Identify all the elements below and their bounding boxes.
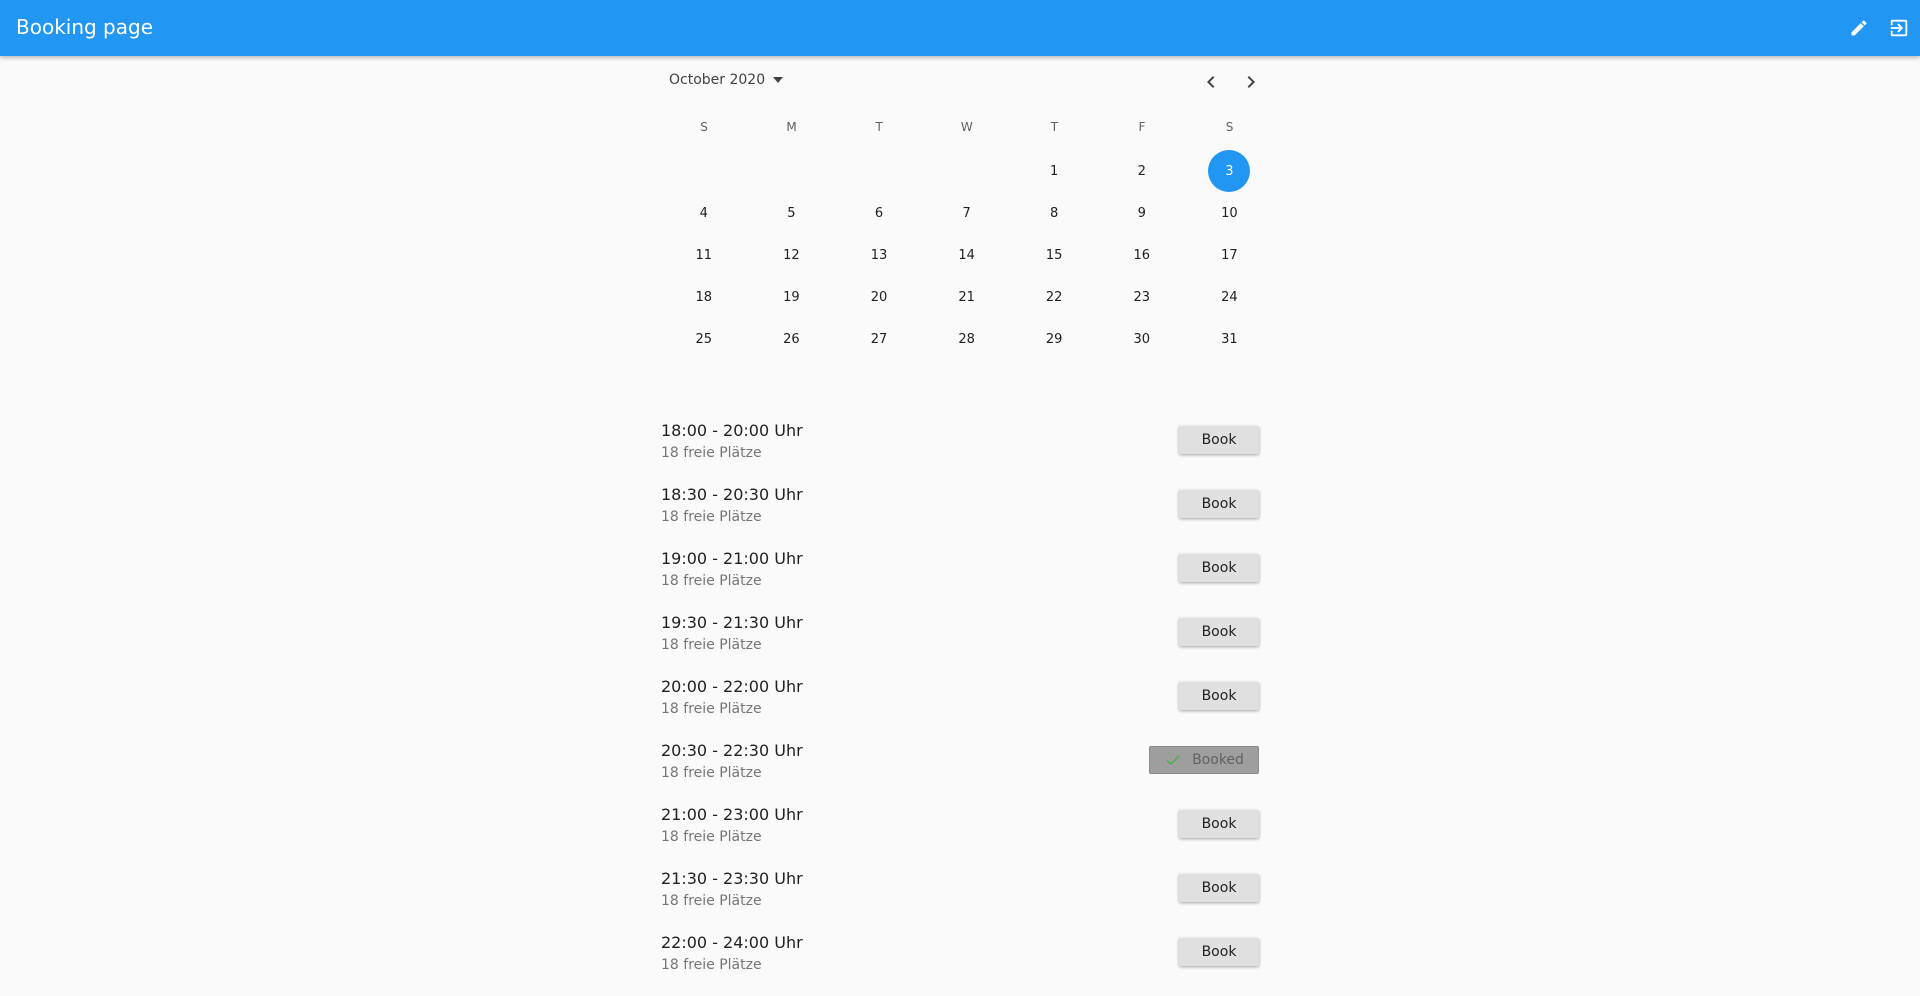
book-button[interactable]: Book <box>1179 426 1259 454</box>
slot-time: 22:00 - 24:00 Uhr <box>661 933 803 952</box>
slot-time: 20:00 - 22:00 Uhr <box>661 677 803 696</box>
calendar-day[interactable]: 29 <box>1033 318 1075 360</box>
calendar-day[interactable]: 11 <box>683 234 725 276</box>
calendar-day[interactable]: 16 <box>1121 234 1163 276</box>
calendar-day-selected[interactable]: 3 <box>1208 150 1251 192</box>
calendar-day[interactable]: 25 <box>683 318 725 360</box>
calendar-day[interactable]: 6 <box>858 192 900 234</box>
weekday-label: S <box>700 120 708 134</box>
weekday-label: F <box>1138 120 1146 134</box>
book-button[interactable]: Book <box>1179 490 1259 518</box>
calendar-day[interactable]: 10 <box>1208 192 1250 234</box>
check-icon <box>1166 755 1180 766</box>
chevron-right-icon <box>1247 76 1255 88</box>
book-button[interactable]: Book <box>1179 554 1259 582</box>
time-slot-list: 18:00 - 20:00 Uhr 18 freie Plätze Book 18:3… <box>661 420 1261 996</box>
weekday-label: M <box>786 120 797 134</box>
slot-free-seats: 18 freie Plätze <box>661 573 762 589</box>
calendar-day[interactable]: 24 <box>1208 276 1250 318</box>
calendar-day[interactable]: 20 <box>858 276 900 318</box>
slot-time: 21:30 - 23:30 Uhr <box>661 869 803 888</box>
edit-icon <box>1851 20 1867 36</box>
calendar-day[interactable]: 13 <box>858 234 900 276</box>
exit-icon <box>1890 19 1908 37</box>
slot-free-seats: 18 freie Plätze <box>661 765 762 781</box>
calendar-day[interactable]: 19 <box>770 276 812 318</box>
time-slot-row: 21:00 - 23:00 Uhr 18 freie Plätze Book <box>661 804 1261 868</box>
calendar-day[interactable]: 12 <box>770 234 812 276</box>
time-slot-row: 19:00 - 21:00 Uhr 18 freie Plätze Book <box>661 548 1261 612</box>
logout-button[interactable] <box>1883 12 1915 44</box>
time-slot-row: 22:00 - 24:00 Uhr 18 freie Plätze Book <box>661 932 1261 996</box>
calendar-day[interactable]: 28 <box>946 318 988 360</box>
slot-free-seats: 18 freie Plätze <box>661 829 762 845</box>
weekday-label: T <box>875 120 883 134</box>
weekday-label: T <box>1050 120 1059 134</box>
next-month-button[interactable] <box>1239 70 1263 94</box>
book-button[interactable]: Book <box>1179 810 1259 838</box>
time-slot-row: 20:30 - 22:30 Uhr 18 freie Plätze Booked <box>661 740 1261 804</box>
calendar-day[interactable]: 23 <box>1121 276 1163 318</box>
calendar-day[interactable]: 15 <box>1033 234 1075 276</box>
app-bar: Booking page <box>0 0 1920 56</box>
calendar-day[interactable]: 14 <box>946 234 988 276</box>
calendar-day[interactable]: 4 <box>683 192 725 234</box>
time-slot-row: 20:00 - 22:00 Uhr 18 freie Plätze Book <box>661 676 1261 740</box>
book-button[interactable]: Book <box>1179 874 1259 902</box>
month-year-selector[interactable]: October 2020 <box>669 72 784 88</box>
weekday-label: W <box>960 120 973 134</box>
booked-label: Booked <box>1192 752 1244 768</box>
chevron-left-icon <box>1207 76 1215 88</box>
calendar-day[interactable]: 1 <box>1033 150 1075 192</box>
time-slot-row: 19:30 - 21:30 Uhr 18 freie Plätze Book <box>661 612 1261 676</box>
slot-free-seats: 18 freie Plätze <box>661 701 762 717</box>
dropdown-arrow-icon <box>773 77 784 83</box>
calendar-day[interactable]: 7 <box>946 192 988 234</box>
slot-free-seats: 18 freie Plätze <box>661 957 762 973</box>
month-label: October 2020 <box>669 72 766 88</box>
slot-free-seats: 18 freie Plätze <box>661 445 762 461</box>
previous-month-button[interactable] <box>1199 70 1223 94</box>
slot-free-seats: 18 freie Plätze <box>661 509 762 525</box>
slot-time: 19:30 - 21:30 Uhr <box>661 613 803 632</box>
book-button[interactable]: Book <box>1179 682 1259 710</box>
calendar-day[interactable]: 17 <box>1208 234 1250 276</box>
calendar-day[interactable]: 21 <box>946 276 988 318</box>
calendar-day[interactable]: 18 <box>683 276 725 318</box>
calendar-days-grid: 1 2 3 4 5 6 7 8 9 10 11 12 13 14 15 16 17 18 19 20 21 22 23 24 2… <box>660 150 1272 360</box>
book-button[interactable]: Book <box>1179 618 1259 646</box>
calendar-day[interactable]: 26 <box>770 318 812 360</box>
edit-button[interactable] <box>1843 12 1875 44</box>
time-slot-row: 18:30 - 20:30 Uhr 18 freie Plätze Book <box>661 484 1261 548</box>
slot-time: 18:30 - 20:30 Uhr <box>661 485 803 504</box>
book-button[interactable]: Book <box>1179 938 1259 966</box>
slot-time: 19:00 - 21:00 Uhr <box>661 549 803 568</box>
calendar-header: October 2020 <box>660 66 1260 98</box>
time-slot-row: 18:00 - 20:00 Uhr 18 freie Plätze Book <box>661 420 1261 484</box>
slot-free-seats: 18 freie Plätze <box>661 637 762 653</box>
calendar-day[interactable]: 30 <box>1121 318 1163 360</box>
calendar-day[interactable]: 27 <box>858 318 900 360</box>
slot-time: 20:30 - 22:30 Uhr <box>661 741 803 760</box>
weekday-header: SMTWTFS <box>660 120 1272 138</box>
slot-time: 18:00 - 20:00 Uhr <box>661 421 803 440</box>
weekday-label: S <box>1225 120 1234 134</box>
slot-time: 21:00 - 23:00 Uhr <box>661 805 803 824</box>
calendar-day[interactable]: 22 <box>1033 276 1075 318</box>
time-slot-row: 21:30 - 23:30 Uhr 18 freie Plätze Book <box>661 868 1261 932</box>
calendar-day[interactable]: 2 <box>1121 150 1163 192</box>
booked-button[interactable]: Booked <box>1149 746 1259 774</box>
calendar-day[interactable]: 31 <box>1208 318 1250 360</box>
calendar-day[interactable]: 8 <box>1033 192 1075 234</box>
slot-free-seats: 18 freie Plätze <box>661 893 762 909</box>
calendar-day[interactable]: 5 <box>770 192 812 234</box>
calendar-day[interactable]: 9 <box>1121 192 1163 234</box>
page-title: Booking page <box>16 15 154 39</box>
